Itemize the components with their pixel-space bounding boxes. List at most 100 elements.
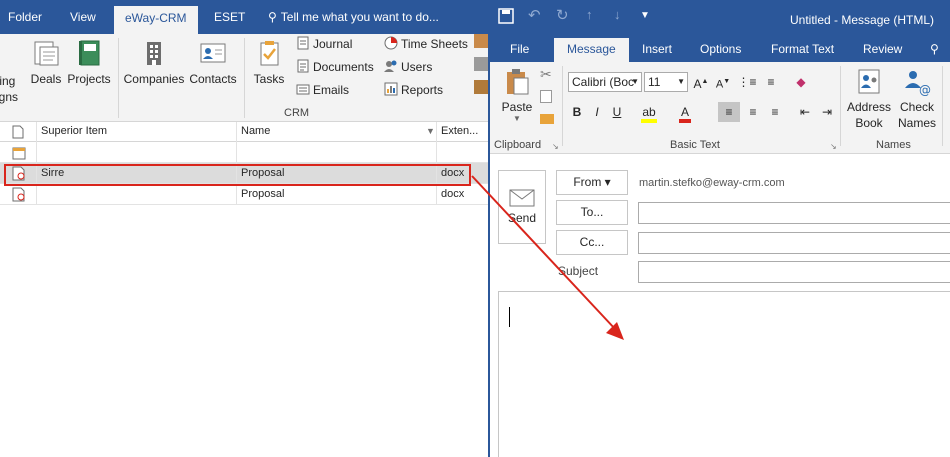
tab-insert[interactable]: Insert — [642, 38, 672, 62]
users-button[interactable]: Users — [384, 57, 432, 77]
address-book-icon — [858, 69, 880, 94]
table-row[interactable] — [0, 142, 490, 163]
paste-button[interactable]: Paste ▼ — [498, 66, 536, 123]
address-book-button[interactable]: Address Book — [844, 66, 894, 130]
tab-message[interactable]: Message — [554, 38, 629, 62]
tab-file[interactable]: File — [510, 38, 529, 62]
check-names-button[interactable]: @ Check Names — [894, 66, 940, 130]
time-sheets-button[interactable]: Time Sheets — [384, 34, 468, 54]
font-name-select[interactable]: Calibri (Boc ▼ — [568, 72, 642, 92]
tasks-icon — [260, 41, 279, 66]
emails-button[interactable]: Emails — [296, 80, 349, 100]
redo-icon[interactable]: ↻ — [556, 6, 572, 24]
clear-formatting-icon[interactable]: ◆ — [790, 72, 812, 92]
emails-icon — [296, 84, 310, 95]
up-arrow-icon[interactable]: ↑ — [586, 7, 602, 23]
copy-icon[interactable] — [540, 90, 552, 103]
to-button[interactable]: To... — [556, 200, 628, 225]
font-color-icon[interactable]: A — [674, 102, 696, 123]
tab-folder[interactable]: Folder — [8, 0, 42, 34]
italic-button[interactable]: I — [586, 102, 608, 122]
cell-extension — [436, 142, 490, 163]
tasks-label: Tasks — [253, 72, 285, 86]
column-header-extension[interactable]: Exten... — [436, 122, 490, 142]
decrease-indent-icon[interactable]: ⇤ — [794, 102, 816, 122]
lightbulb-icon[interactable]: ⚲ — [930, 38, 939, 62]
subject-field[interactable] — [638, 261, 950, 283]
campaigns-button[interactable]: ting igns — [0, 74, 18, 104]
filter-icon[interactable]: ▼ — [426, 126, 435, 136]
column-header-superior-item[interactable]: Superior Item — [36, 122, 236, 142]
more-button-2[interactable] — [474, 57, 488, 77]
projects-button[interactable]: Projects — [66, 38, 112, 86]
table-row[interactable]: Proposal docx — [0, 184, 490, 205]
dialog-launcher-icon[interactable]: ↘ — [552, 142, 559, 151]
increase-indent-icon[interactable]: ⇥ — [816, 102, 838, 122]
tab-review[interactable]: Review — [863, 38, 902, 62]
align-center-icon[interactable]: ≡ — [742, 102, 764, 122]
shrink-font-icon[interactable]: A▼ — [712, 72, 734, 92]
companies-button[interactable]: Companies — [122, 38, 186, 86]
grow-font-icon[interactable]: A▲ — [690, 72, 712, 92]
tab-eset[interactable]: ESET — [214, 0, 245, 34]
journal-label: Journal — [313, 37, 353, 51]
tab-eway-crm[interactable]: eWay-CRM — [114, 6, 198, 34]
projects-icon — [79, 40, 100, 66]
cc-field[interactable] — [638, 232, 950, 254]
bullets-icon[interactable]: ⋮≡ — [736, 72, 758, 92]
underline-button[interactable]: U — [606, 102, 628, 122]
contacts-label: Contacts — [189, 72, 237, 86]
check-names-icon: @ — [905, 71, 931, 96]
grid-header: Superior Item Name ▼ Exten... — [0, 122, 490, 142]
document-icon — [12, 125, 24, 139]
row-highlight-box — [4, 164, 471, 186]
tasks-button[interactable]: Tasks — [250, 38, 288, 86]
numbering-icon[interactable]: ≡ — [760, 72, 782, 92]
window-title: Untitled - Message (HTML) — [790, 13, 935, 27]
users-icon — [384, 60, 397, 72]
format-painter-icon[interactable] — [540, 114, 554, 124]
more-button-3[interactable] — [474, 80, 488, 100]
align-right-icon[interactable]: ≡ — [764, 102, 786, 122]
cc-button[interactable]: Cc... — [556, 230, 628, 255]
cell-superior-item — [36, 142, 236, 163]
column-header-name[interactable]: Name — [236, 122, 436, 142]
tab-format-text[interactable]: Format Text — [771, 38, 834, 62]
bold-button[interactable]: B — [566, 102, 588, 122]
reports-label: Reports — [401, 83, 444, 97]
align-left-icon[interactable]: ≡ — [718, 102, 740, 122]
to-field[interactable] — [638, 202, 950, 224]
cell-name: Proposal — [236, 184, 436, 205]
font-size-select[interactable]: 11 ▼ — [644, 72, 688, 92]
deals-button[interactable]: Deals — [28, 38, 64, 86]
customize-qat-icon[interactable]: ▼ — [640, 10, 656, 26]
journal-button[interactable]: Journal — [296, 34, 352, 54]
dialog-launcher-icon[interactable]: ↘ — [830, 142, 837, 151]
clipboard-group-label: Clipboard — [494, 139, 542, 151]
doc-type-header[interactable] — [0, 122, 36, 142]
more-icon — [474, 34, 488, 48]
campaigns-label-1: ting — [0, 74, 16, 88]
down-arrow-icon[interactable]: ↓ — [614, 7, 630, 23]
save-icon[interactable] — [498, 8, 514, 24]
reports-button[interactable]: Reports — [384, 80, 443, 100]
message-body[interactable] — [498, 291, 950, 457]
eway-ribbon: ting igns Deals Projects — [0, 34, 490, 122]
undo-icon[interactable]: ↶ — [528, 6, 544, 24]
tab-view[interactable]: View — [70, 0, 96, 34]
users-label: Users — [401, 60, 433, 74]
new-item-icon — [12, 147, 26, 160]
contacts-button[interactable]: Contacts — [188, 38, 238, 86]
font-name-value: Calibri (Boc — [572, 75, 635, 89]
more-button-1[interactable] — [474, 34, 488, 54]
send-button[interactable]: Send — [498, 170, 546, 244]
documents-button[interactable]: Documents — [296, 57, 374, 77]
deals-label: Deals — [30, 72, 62, 86]
highlight-icon[interactable]: ab — [638, 102, 660, 123]
cut-icon[interactable]: ✂ — [540, 66, 552, 83]
tab-options[interactable]: Options — [700, 38, 741, 62]
paste-icon — [507, 69, 529, 95]
tell-me-box[interactable]: ⚲ Tell me what you want to do... — [268, 0, 439, 34]
check-names-label-2: Names — [897, 116, 936, 130]
from-button[interactable]: From ▾ — [556, 170, 628, 195]
